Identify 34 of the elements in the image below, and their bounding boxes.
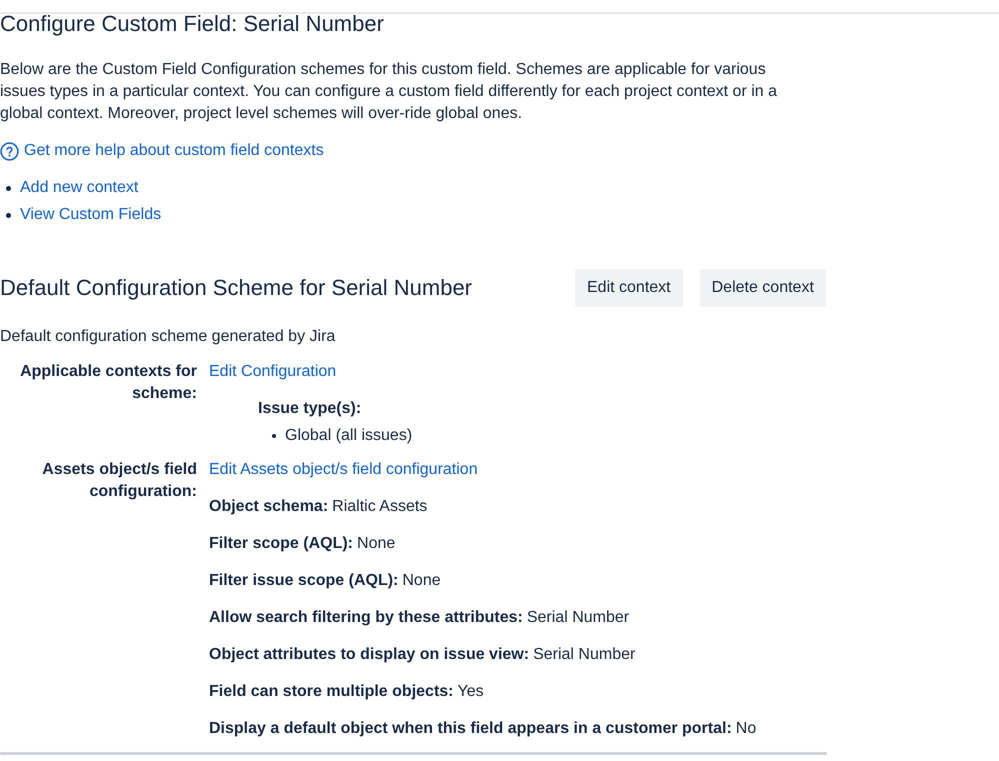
help-link[interactable]: Get more help about custom field contexts (24, 140, 324, 162)
bullet-icon (6, 212, 11, 218)
horizontal-scrollbar[interactable] (0, 752, 827, 755)
property-label: Object schema: (209, 497, 328, 517)
nav-link[interactable]: Add new context (20, 177, 138, 199)
property-value: Serial Number (526, 608, 630, 628)
field-label: Assets object/s field configuration: (41, 460, 197, 502)
field-label: Applicable contexts for scheme: (19, 362, 197, 404)
property-label: Field can store multiple objects: (209, 682, 454, 702)
page-description: Below are the Custom Field Configuration schemes for this custom field. Schemes are applicable for various issues types in a particular context. You can configure a custom field differently for each project context or in a global context. Moreover, project level schemes will over-ride global ones. (0, 60, 778, 124)
property-value: Yes (458, 682, 484, 702)
property-value: Serial Number (533, 645, 636, 665)
scheme-description: Default configuration scheme generated by Jira (0, 327, 336, 347)
bullet-icon (272, 434, 276, 438)
page-title: Configure Custom Field: Serial Number (0, 12, 384, 36)
scheme-title: Default Configuration Scheme for Serial Number (0, 275, 472, 301)
property-value: None (402, 571, 441, 591)
property-label: Object attributes to display on issue view: (209, 645, 530, 665)
property-value: None (357, 534, 396, 554)
edit-assets-configuration-link[interactable]: Edit Assets object/s field configuration (209, 459, 478, 481)
context-button[interactable]: Edit context (575, 269, 683, 307)
edit-configuration-link[interactable]: Edit Configuration (209, 361, 336, 383)
property-value: No (736, 719, 756, 739)
property-label: Filter scope (AQL): (209, 534, 354, 554)
bullet-icon (6, 186, 11, 190)
issue-types-heading: Issue type(s): (258, 399, 362, 419)
property-label: Filter issue scope (AQL): (209, 571, 398, 591)
property-label: Display a default object when this field appears in a customer portal: (209, 719, 732, 739)
property-label: Allow search filtering by these attributes: (209, 608, 523, 628)
help-icon (0, 142, 19, 160)
nav-link[interactable]: View Custom Fields (20, 204, 162, 226)
property-value: Rialtic Assets (332, 497, 428, 517)
context-button[interactable]: Delete context (700, 269, 826, 307)
issue-type-item: Global (all issues) (285, 426, 412, 446)
